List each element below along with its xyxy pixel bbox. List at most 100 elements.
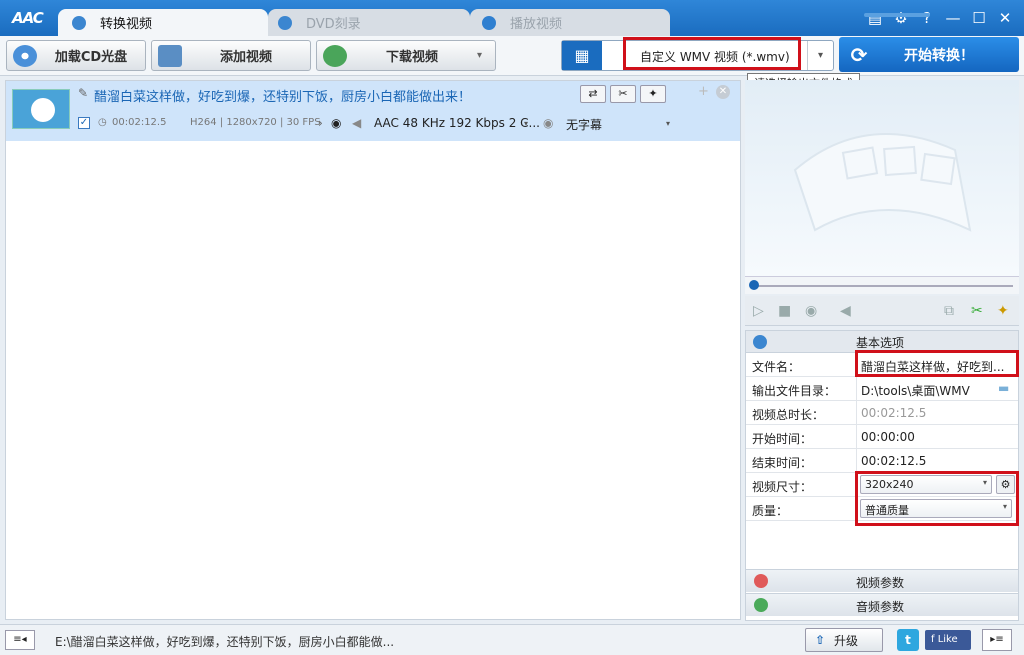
volume-slider[interactable] [864,13,930,17]
pencil-icon[interactable]: ✎ [78,86,88,100]
item-audio[interactable]: AAC 48 KHz 192 Kbps 2 C... [374,116,540,130]
status-bar: ≡◂ E:\醋溜白菜这样做，好吃到爆，还特别下饭，厨房小白都能做... ⇧ 升级… [0,624,1024,655]
seek-handle[interactable] [749,280,759,290]
highlight-format [623,37,801,70]
seek-bar[interactable] [745,276,1019,294]
wrench-icon [753,335,767,349]
clip-icon[interactable]: ⧉ [944,303,954,319]
disc-icon [278,15,292,30]
film-strip-graphic [793,133,972,232]
item-codec: H264 | 1280x720 | 30 FPS [190,117,321,128]
chevron-down-icon[interactable]: ▾ [524,119,528,128]
basic-options-label: 基本选项 [856,336,905,350]
start-time-key: 开始时间： [752,432,813,446]
prop-row-start-time: 开始时间： 00:00:00 [746,425,1018,449]
cut-button[interactable]: ✂ [610,85,636,103]
add-video-label: 添加视频 [219,50,272,65]
folder-icon[interactable]: ▬ [998,381,1009,395]
menu-icon[interactable]: ▤ [864,9,886,27]
video-thumbnail [12,89,70,129]
tab-convert-label: 转换视频 [100,17,153,32]
convert-icon [72,15,86,30]
chevron-down-icon[interactable]: ▾ [807,41,833,70]
tab-convert-video[interactable]: 转换视频 [58,9,268,36]
load-cd-button[interactable]: 加载CD光盘 [6,40,146,71]
status-path: E:\醋溜白菜这样做，好吃到爆，还特别下饭，厨房小白都能做... [55,635,395,649]
preview-area [745,80,1019,276]
item-subtitle[interactable]: 无字幕 [566,116,602,133]
tab-dvd-burn[interactable]: DVD刻录 [268,9,470,36]
app-logo: AAC [12,9,44,27]
end-time-key: 结束时间： [752,456,813,470]
convert-settings-button[interactable]: ⇄ [580,85,606,103]
window-controls: ▤ ⚙ ? — ☐ ✕ [864,9,1016,27]
close-icon[interactable]: ✕ [716,85,730,99]
prop-row-total-duration: 视频总时长： 00:02:12.5 [746,401,1018,425]
list-item[interactable]: ✎ 醋溜白菜这样做，好吃到爆，还特别下饭，厨房小白都能做出来！ ⇄ ✂ ✦ + … [6,81,740,141]
twitter-icon[interactable]: t [897,629,919,651]
panel-toggle-icon[interactable]: ▸≡ [982,629,1012,651]
add-video-button[interactable]: 添加视频 [151,40,311,71]
start-convert-label: 开始转换！ [904,47,974,64]
plus-icon[interactable]: + [698,84,709,99]
load-cd-label: 加载CD光盘 [54,50,128,65]
output-dir-field[interactable]: D:\tools\桌面\WMV [856,377,1018,400]
audio-params-label: 音频参数 [856,600,905,614]
output-dir-key: 输出文件目录： [752,384,837,398]
globe-icon [323,44,347,67]
camera-icon[interactable]: ◉ [805,303,817,319]
cd-icon [13,44,37,67]
help-icon[interactable]: ? [916,9,938,27]
duration-key: 视频总时长： [752,408,825,422]
play-icon[interactable]: ▷ [753,303,764,319]
download-video-button[interactable]: 下载视频 ▾ [316,40,496,71]
end-time-field[interactable]: 00:02:12.5 [856,449,1018,472]
highlight-size-quality [855,471,1019,526]
upgrade-icon: ⇧ [814,633,826,647]
player-controls: ▷ ■ ◉ ◀ ⧉ ✂ ✦ [745,296,1019,326]
file-list: ✎ 醋溜白菜这样做，好吃到爆，还特别下饭，厨房小白都能做出来！ ⇄ ✂ ✦ + … [5,80,741,620]
video-size-key: 视频尺寸： [752,480,813,494]
quality-key: 质量： [752,504,789,518]
chevron-right-icon: › [318,116,323,130]
download-video-label: 下载视频 [385,50,438,65]
audio-params-header[interactable]: 音频参数 [746,593,1018,616]
facebook-like-button[interactable]: f Like [925,630,971,650]
speaker-icon [754,598,768,612]
item-checkbox[interactable]: ✓ [78,117,90,129]
close-icon[interactable]: ✕ [994,9,1016,27]
refresh-icon: ⟳ [850,42,868,67]
scissors-icon[interactable]: ✂ [971,303,983,319]
settings-icon[interactable]: ⚙ [890,9,912,27]
film-icon: ▦ [562,41,602,70]
tab-play-label: 播放视频 [510,17,563,32]
volume-icon[interactable]: ◀ [840,303,851,319]
filename-key: 文件名： [752,360,801,374]
highlight-filename [855,350,1019,377]
chevron-down-icon[interactable]: ▾ [666,119,670,128]
film-icon [754,574,768,588]
reel-icon [31,98,55,122]
volume-icon: ◀ [352,116,362,130]
audio-track-icon: ◉ [331,116,342,130]
upgrade-label: 升级 [834,633,859,648]
effect-button[interactable]: ✦ [640,85,666,103]
stop-icon[interactable]: ■ [778,303,791,319]
item-duration: 00:02:12.5 [112,117,167,128]
start-time-field[interactable]: 00:00:00 [856,425,1018,448]
chevron-down-icon[interactable]: ▾ [477,50,495,61]
clock-icon: ◷ [98,117,107,128]
video-params-header[interactable]: 视频参数 [746,569,1018,592]
prop-row-output-dir: 输出文件目录： D:\tools\桌面\WMV ▬ [746,377,1018,401]
minimize-icon[interactable]: — [942,9,964,27]
maximize-icon[interactable]: ☐ [968,9,990,27]
start-convert-button[interactable]: ⟳ 开始转换！ [839,37,1019,72]
upgrade-button[interactable]: ⇧ 升级 [805,628,883,652]
magic-wand-icon[interactable]: ✦ [997,303,1009,319]
tab-play-video[interactable]: 播放视频 [470,9,670,36]
play-icon [482,15,496,30]
list-toggle-icon[interactable]: ≡◂ [5,630,35,650]
film-add-icon [158,44,182,67]
seek-track [751,285,1013,287]
video-params-label: 视频参数 [856,576,905,590]
